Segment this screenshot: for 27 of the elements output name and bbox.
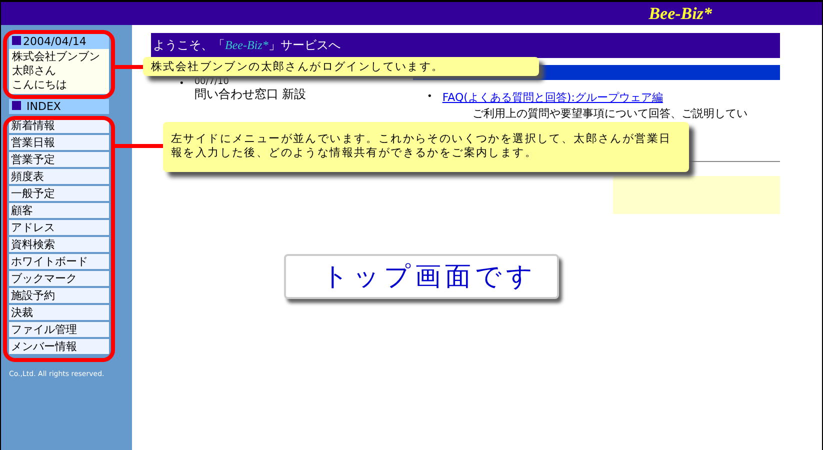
menu-item[interactable]: メンバー情報 [9,339,109,354]
title-banner: トップ画面です [284,254,559,299]
menu-item[interactable]: アドレス [9,220,109,235]
menu-item[interactable]: ホワイトボード [9,254,109,269]
callout-note: 株式会社ブンブンの太郎さんがログインしています。 [143,57,539,76]
welcome-text: ようこそ、「Bee-Biz*」サービスへ [153,37,340,54]
menu-item[interactable]: 顧客 [9,203,109,218]
menu-item[interactable]: 営業日報 [9,135,109,150]
bullet: • [179,78,184,91]
topic-link[interactable]: FAQ(よくある質問と回答):グループウェア編 [442,90,748,105]
menu-item[interactable]: ファイル管理 [9,322,109,337]
logo: Bee-Biz* [648,4,712,24]
menu-item[interactable]: 決裁 [9,305,109,320]
menu-item[interactable]: ブックマーク [9,271,109,286]
callout-note: 左サイドにメニューが並んでいます。これからそのいくつかを選択して、太郎さんが営業日報を入力した後、どのような情報共有ができるかをご案内します。 [163,122,689,172]
menu-item[interactable]: 資料検索 [9,237,109,252]
date-label: 2004/04/14 [9,34,109,49]
news-date: 00/7/10 [194,77,230,87]
bullet: • [427,91,432,104]
news-title: 問い合わせ窓口 新設 [194,87,306,101]
user-greeting: 株式会社ブンブン 太郎さん こんにちは [9,49,109,94]
menu-item[interactable]: 一般予定 [9,186,109,201]
menu-item[interactable]: 営業予定 [9,152,109,167]
menu-item[interactable]: 頻度表 [9,169,109,184]
topic-description: ご利用上の質問や要望事項について回答、ご説明してい [471,107,748,121]
menu-item[interactable]: 施設予約 [9,288,109,303]
index-heading: INDEX [9,99,109,114]
